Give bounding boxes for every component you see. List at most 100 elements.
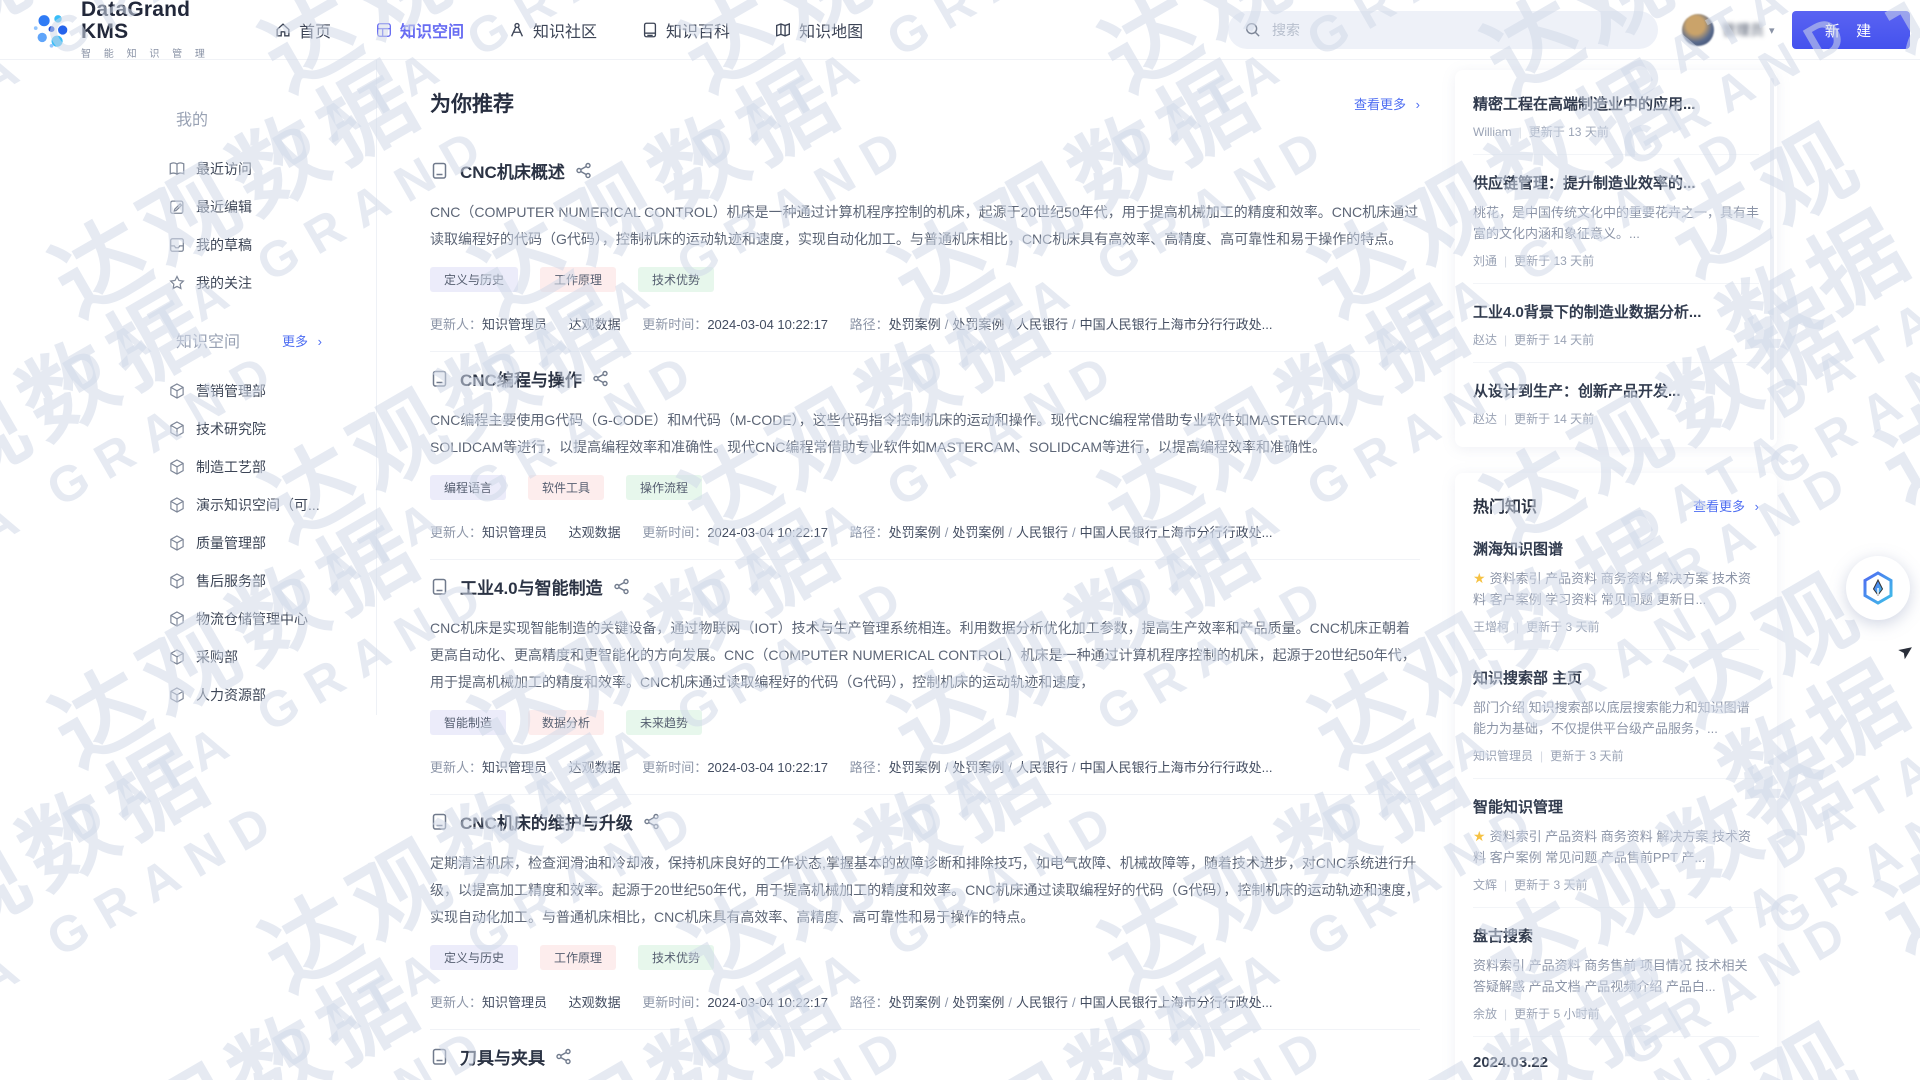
card-updater: 知识管理员: [482, 995, 547, 1010]
breadcrumb-segment[interactable]: 处罚案例: [889, 995, 941, 1010]
recommended-article-item[interactable]: 精密工程在高端制造业中的应用... William|更新于 13 天前: [1473, 76, 1759, 155]
tag-软件工具[interactable]: 软件工具: [528, 475, 604, 500]
share-icon[interactable]: [643, 813, 660, 830]
article-updated: 更新于 14 天前: [1514, 333, 1594, 347]
sidebar-item-我的草稿[interactable]: 我的草稿: [168, 226, 376, 264]
hot-more-link[interactable]: 查看更多 ›: [1693, 496, 1759, 515]
breadcrumb-segment[interactable]: 中国人民银行上海市分行行政处...: [1080, 317, 1273, 332]
hot-knowledge-item[interactable]: 知识搜索部 主页 部门介绍 知识搜索部以底层搜索能力和知识图谱能力为基础，不仅提…: [1473, 650, 1759, 779]
nav-item-知识百科[interactable]: 知识百科: [641, 18, 730, 42]
card-title[interactable]: CNC编程与操作: [460, 366, 582, 391]
breadcrumb-segment[interactable]: 中国人民银行上海市分行行政处...: [1080, 760, 1273, 775]
tag-定义与历史[interactable]: 定义与历史: [430, 945, 518, 970]
avatar[interactable]: [1682, 14, 1714, 46]
nav-item-知识空间[interactable]: 知识空间: [375, 18, 464, 42]
nav-item-知识社区[interactable]: 知识社区: [508, 18, 597, 42]
nav-item-知识地图[interactable]: 知识地图: [774, 18, 863, 42]
breadcrumb-segment[interactable]: 中国人民银行上海市分行行政处...: [1080, 995, 1273, 1010]
user-menu[interactable]: 管理员 ▾: [1682, 14, 1775, 46]
sidebar-item-演示知识空间（可...[interactable]: 演示知识空间（可...: [168, 486, 376, 524]
breadcrumb-segment[interactable]: 处罚案例: [889, 760, 941, 775]
hot-item-title[interactable]: 渊海知识图谱: [1473, 538, 1759, 559]
tag-工作原理[interactable]: 工作原理: [540, 267, 616, 292]
share-icon[interactable]: [575, 162, 592, 179]
sidebar-item-物流仓储管理中心[interactable]: 物流仓储管理中心: [168, 600, 376, 638]
hot-knowledge-item[interactable]: 盘古搜索 资料索引 产品资料 商务售前 项目情况 技术相关 答疑解惑 产品文档 …: [1473, 908, 1759, 1037]
tag-未来趋势[interactable]: 未来趋势: [626, 710, 702, 735]
breadcrumb-segment[interactable]: 处罚案例: [889, 525, 941, 540]
tag-编程语言[interactable]: 编程语言: [430, 475, 506, 500]
scrollbar[interactable]: [1770, 78, 1774, 440]
recommended-article-item[interactable]: 供应链管理：提升制造业效率的... 桃花，是中国传统文化中的重要花卉之一，具有丰…: [1473, 155, 1759, 284]
hot-item-title[interactable]: 盘古搜索: [1473, 925, 1759, 946]
sidebar-item-采购部[interactable]: 采购部: [168, 638, 376, 676]
breadcrumb-segment[interactable]: 人民银行: [1016, 995, 1068, 1010]
ai-assistant-button[interactable]: [1846, 556, 1910, 620]
breadcrumb-segment[interactable]: 处罚案例: [952, 317, 1004, 332]
article-title[interactable]: 工业4.0背景下的制造业数据分析...: [1473, 301, 1759, 322]
sidebar-item-技术研究院[interactable]: 技术研究院: [168, 410, 376, 448]
sidebar-item-售后服务部[interactable]: 售后服务部: [168, 562, 376, 600]
breadcrumb-segment[interactable]: 人民银行: [1016, 760, 1068, 775]
card-title[interactable]: CNC机床的维护与升级: [460, 809, 633, 834]
my-section-title: 我的: [176, 106, 208, 130]
new-button[interactable]: 新 建: [1792, 11, 1910, 49]
breadcrumb-segment[interactable]: 中国人民银行上海市分行行政处...: [1080, 525, 1273, 540]
top-navbar: DataGrand KMS 智 能 知 识 管 理 首页 知识空间 知识社区 知…: [0, 0, 1920, 60]
tag-技术优势[interactable]: 技术优势: [638, 267, 714, 292]
my-section-list: 最近访问 最近编辑 我的草稿 我的关注: [168, 150, 376, 302]
tag-操作流程[interactable]: 操作流程: [626, 475, 702, 500]
hot-item-title[interactable]: 知识搜索部 主页: [1473, 667, 1759, 688]
sidebar-item-营销管理部[interactable]: 营销管理部: [168, 372, 376, 410]
card-updated-time: 2024-03-04 10:22:17: [707, 760, 828, 775]
hot-knowledge-item[interactable]: 智能知识管理 ★资料索引 产品资料 商务资料 解决方案 技术资料 客户案例 常见…: [1473, 779, 1759, 908]
article-title[interactable]: 从设计到生产：创新产品开发...: [1473, 380, 1759, 401]
search-box[interactable]: [1228, 11, 1658, 49]
sidebar-item-最近编辑[interactable]: 最近编辑: [168, 188, 376, 226]
tag-智能制造[interactable]: 智能制造: [430, 710, 506, 735]
card-title[interactable]: 工业4.0与智能制造: [460, 574, 603, 599]
cube-icon: [168, 648, 186, 666]
document-icon: [430, 161, 450, 181]
sidebar-item-制造工艺部[interactable]: 制造工艺部: [168, 448, 376, 486]
see-more-link[interactable]: 查看更多 ›: [1354, 94, 1420, 113]
cube-icon: [168, 420, 186, 438]
recommended-article-item[interactable]: 工业4.0背景下的制造业数据分析... 赵达|更新于 14 天前: [1473, 284, 1759, 363]
tag-技术优势[interactable]: 技术优势: [638, 945, 714, 970]
breadcrumb-segment[interactable]: 处罚案例: [952, 760, 1004, 775]
hot-knowledge-item[interactable]: 2024.03.22 代申 王军军 本周完成工作 知识图谱 【bug】排查并解决…: [1473, 1037, 1759, 1080]
article-author: 赵达: [1473, 333, 1497, 347]
breadcrumb-segment[interactable]: 处罚案例: [952, 525, 1004, 540]
tag-定义与历史[interactable]: 定义与历史: [430, 267, 518, 292]
search-input[interactable]: [1272, 22, 1642, 38]
cube-icon: [168, 572, 186, 590]
tag-数据分析[interactable]: 数据分析: [528, 710, 604, 735]
hot-item-title[interactable]: 智能知识管理: [1473, 796, 1759, 817]
recommended-article-item[interactable]: 从设计到生产：创新产品开发... 赵达|更新于 14 天前: [1473, 363, 1759, 441]
sidebar-item-人力资源部[interactable]: 人力资源部: [168, 676, 376, 714]
space-more-link[interactable]: 更多 ›: [282, 331, 322, 350]
share-icon[interactable]: [555, 1048, 572, 1065]
article-title[interactable]: 精密工程在高端制造业中的应用...: [1473, 93, 1759, 114]
card-org: 达观数据: [569, 317, 621, 332]
sidebar-item-我的关注[interactable]: 我的关注: [168, 264, 376, 302]
breadcrumb-segment[interactable]: 处罚案例: [889, 317, 941, 332]
card-meta: 更新人：知识管理员 达观数据 更新时间：2024-03-04 10:22:17 …: [430, 314, 1420, 333]
chevron-down-icon[interactable]: ▾: [1769, 24, 1775, 37]
share-icon[interactable]: [592, 370, 609, 387]
card-title[interactable]: 刀具与夹具: [460, 1044, 545, 1069]
app-logo[interactable]: DataGrand KMS 智 能 知 识 管 理: [32, 0, 232, 60]
breadcrumb-segment[interactable]: 人民银行: [1016, 317, 1068, 332]
tag-工作原理[interactable]: 工作原理: [540, 945, 616, 970]
sidebar-item-最近访问[interactable]: 最近访问: [168, 150, 376, 188]
nav-item-首页[interactable]: 首页: [274, 18, 331, 42]
card-title[interactable]: CNC机床概述: [460, 158, 565, 183]
left-sidebar: 我的 最近访问 最近编辑 我的草稿 我的关注 知识空间 更多 › 营销管理部 技…: [110, 60, 377, 715]
article-title[interactable]: 供应链管理：提升制造业效率的...: [1473, 172, 1759, 193]
hot-knowledge-item[interactable]: 渊海知识图谱 ★资料索引 产品资料 商务资料 解决方案 技术资料 客户案例 学习…: [1473, 521, 1759, 650]
breadcrumb-segment[interactable]: 人民银行: [1016, 525, 1068, 540]
share-icon[interactable]: [613, 578, 630, 595]
breadcrumb-segment[interactable]: 处罚案例: [952, 995, 1004, 1010]
sidebar-item-质量管理部[interactable]: 质量管理部: [168, 524, 376, 562]
hot-item-title[interactable]: 2024.03.22: [1473, 1054, 1759, 1071]
